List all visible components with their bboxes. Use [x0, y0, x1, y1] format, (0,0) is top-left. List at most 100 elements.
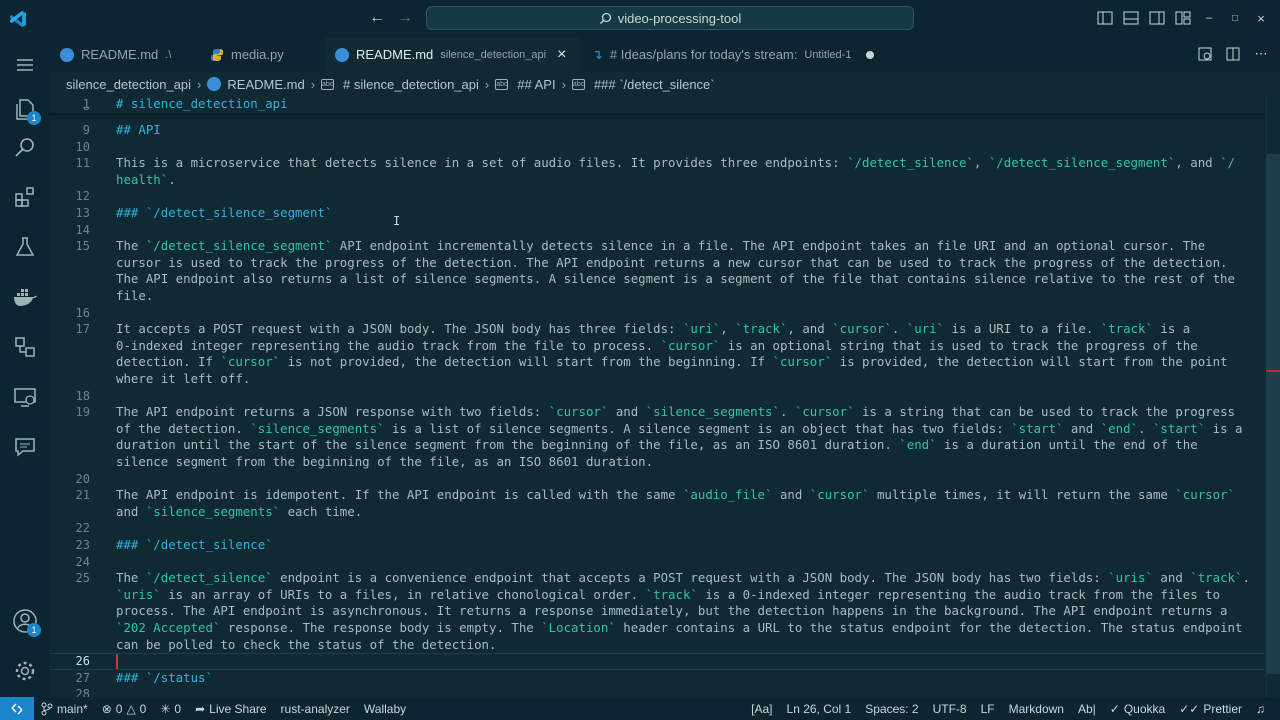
eol-status[interactable]: LF — [974, 702, 1002, 716]
activity-source-control[interactable] — [0, 323, 50, 371]
plain-text: The API endpoint is idempotent. If the A… — [116, 487, 683, 503]
restore-icon[interactable]: □ — [1224, 8, 1246, 28]
tab-label: # Ideas/plans for today's stream: — [609, 47, 798, 62]
problems-status[interactable]: ⊗ 0 △ 0 — [95, 702, 154, 716]
plain-text: is a string that can be used to track th… — [854, 404, 1236, 420]
breadcrumb-h3[interactable]: ### `/detect_silence` — [594, 77, 715, 92]
tab-untitled-ideas[interactable]: ↴ # Ideas/plans for today's stream: Unti… — [582, 37, 906, 72]
cursor-position-status[interactable]: Ln 26, Col 1 — [780, 702, 859, 716]
line-text: can be polled to check the status of the… — [116, 637, 1245, 654]
breadcrumb: silence_detection_api › README.md › abc … — [50, 72, 1280, 96]
indentation-status[interactable]: Spaces: 2 — [858, 702, 925, 716]
editor-line: 25 The `/detect_silence` endpoint is a co… — [50, 570, 1265, 587]
double-check-icon: ✓✓ — [1179, 701, 1200, 716]
match-case-status[interactable]: [Aa] — [744, 702, 779, 716]
inline-code: `/ — [1220, 155, 1235, 171]
back-arrow-icon[interactable]: ← — [366, 7, 388, 29]
split-editor-icon[interactable] — [1224, 45, 1242, 63]
line-text: and `silence_segments` each time. — [116, 504, 1245, 521]
editor-line: 19 The API endpoint returns a JSON respon… — [50, 404, 1265, 421]
activity-accounts[interactable]: 1 — [0, 597, 50, 645]
plain-text: . — [1242, 570, 1250, 586]
tab-media-py[interactable]: media.py — [200, 37, 324, 72]
info-icon — [335, 47, 349, 62]
breadcrumb-h2[interactable]: ## API — [517, 77, 555, 92]
language-mode-status[interactable]: Markdown — [1002, 702, 1071, 716]
inline-code: `cursor` — [832, 321, 892, 337]
breadcrumb-file[interactable]: README.md — [227, 77, 304, 92]
tab-readme-silence-detection[interactable]: README.md silence_detection_api × — [325, 37, 581, 72]
line-number: 25 — [75, 571, 90, 586]
plain-text: The — [116, 238, 146, 254]
line-number: 9 — [82, 123, 90, 137]
toggle-secondary-sidebar-icon[interactable] — [1146, 8, 1168, 28]
extensions-icon — [15, 187, 34, 207]
toggle-primary-sidebar-icon[interactable] — [1094, 8, 1116, 28]
editor-line: file. — [50, 288, 1265, 305]
activity-manage[interactable] — [0, 647, 50, 695]
sticky-scroll-shadow — [50, 113, 1265, 115]
unsaved-dot-icon[interactable] — [866, 50, 875, 59]
minimize-icon[interactable]: – — [1198, 8, 1220, 28]
breadcrumb-folder[interactable]: silence_detection_api — [66, 77, 191, 92]
markdown-heading: ### `/detect_silence_segment` — [116, 205, 333, 220]
notifications-status[interactable]: ♫ — [1249, 702, 1272, 716]
activity-comments[interactable] — [0, 423, 50, 471]
line-number: 20 — [75, 471, 90, 486]
prettier-status[interactable]: ✓✓ Prettier — [1172, 702, 1249, 716]
close-tab-icon[interactable]: × — [557, 46, 566, 64]
inline-code: `cursor` — [794, 404, 855, 420]
git-branch-status[interactable]: main* — [34, 702, 95, 716]
branch-name: main* — [57, 701, 88, 716]
open-preview-icon[interactable] — [1196, 45, 1214, 63]
line-text: `uris` is an array of URIs to a files, i… — [116, 587, 1245, 604]
plain-text: and — [1063, 420, 1101, 436]
editor-scrollbar[interactable] — [1266, 96, 1280, 697]
command-center-search[interactable]: video-processing-tool — [426, 6, 914, 30]
plain-text: , — [720, 321, 736, 337]
plain-text: is a — [1152, 321, 1191, 337]
more-actions-icon[interactable]: ⋯ — [1252, 45, 1270, 63]
vscode-logo-icon — [8, 9, 28, 29]
editor-line: 0-indexed integer representing the audio… — [50, 338, 1265, 355]
remote-indicator[interactable] — [0, 697, 34, 720]
line-text: of the detection. `silence_segments` is … — [116, 421, 1245, 438]
code-editor[interactable]: 1# silence_detection_api89## API1011This… — [50, 96, 1280, 697]
breadcrumb-h1[interactable]: # silence_detection_api — [343, 77, 479, 92]
encoding-status[interactable]: UTF-8 — [926, 702, 974, 716]
activity-extensions[interactable] — [0, 173, 50, 221]
line-number: 26 — [75, 654, 90, 669]
plain-text: This is a microservice that detects sile… — [116, 155, 848, 171]
line-text: ## API — [116, 122, 1245, 139]
activity-docker[interactable] — [0, 273, 50, 321]
tab-readme-root[interactable]: README.md .\ — [50, 37, 187, 72]
line-text: duration until the start of the silence … — [116, 437, 1245, 454]
ports-status[interactable]: ✳ 0 — [153, 702, 188, 716]
inline-code: `/detect_silence` — [847, 155, 974, 171]
activity-testing[interactable] — [0, 223, 50, 271]
inline-code: `start` — [1011, 420, 1064, 436]
spell-check-status[interactable]: Ab| — [1071, 702, 1103, 716]
inline-code: `cursor` — [220, 354, 281, 370]
close-window-icon[interactable]: × — [1250, 8, 1272, 28]
toggle-panel-icon[interactable] — [1120, 8, 1142, 28]
inline-code: `end` — [899, 437, 937, 453]
editor-line: 16 — [50, 305, 1265, 322]
activity-search[interactable] — [0, 123, 50, 171]
plain-text: each time. — [280, 503, 363, 519]
wallaby-status[interactable]: Wallaby — [357, 702, 413, 716]
error-icon: ⊗ — [101, 701, 112, 716]
live-share-status[interactable]: ➦ Live Share — [188, 702, 273, 716]
line-text: The API endpoint is idempotent. If the A… — [116, 487, 1245, 504]
line-number: 17 — [75, 322, 90, 337]
activity-remote-explorer[interactable] — [0, 373, 50, 421]
activity-hamburger-menu[interactable] — [0, 41, 50, 89]
rust-analyzer-status[interactable]: rust-analyzer — [274, 702, 357, 716]
forward-arrow-icon[interactable]: → — [394, 7, 416, 29]
scrollbar-thumb[interactable] — [1266, 154, 1280, 674]
line-number: 21 — [75, 488, 90, 503]
editor-line: 17 It accepts a POST request with a JSON … — [50, 321, 1265, 338]
customize-layout-icon[interactable] — [1172, 8, 1194, 28]
search-icon — [15, 138, 34, 157]
quokka-status[interactable]: ✓ Quokka — [1103, 702, 1172, 716]
